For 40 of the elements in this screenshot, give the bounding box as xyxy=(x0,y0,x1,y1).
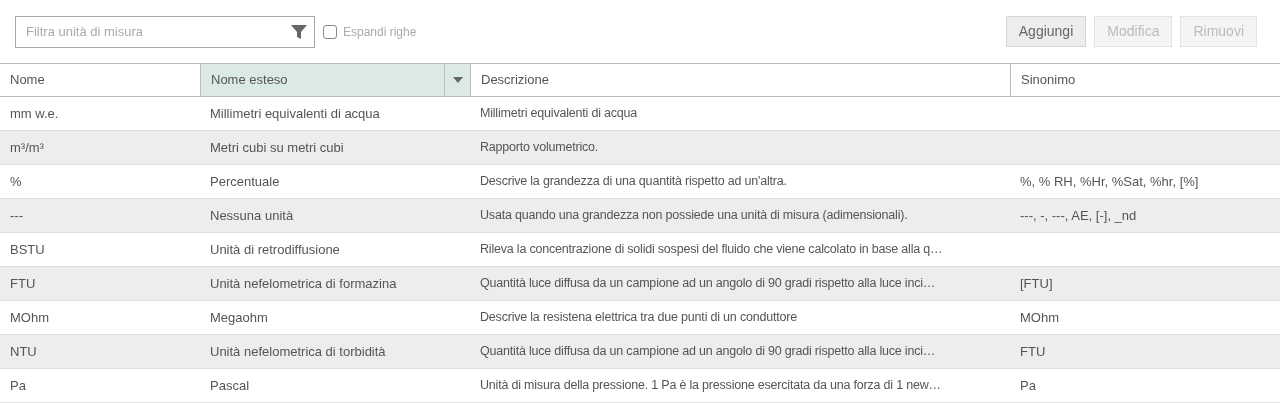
table-cell-text: Rapporto volumetrico. xyxy=(480,139,599,157)
expand-rows-label: Espandi righe xyxy=(343,23,417,41)
table-cell-text: MOhm xyxy=(1020,308,1059,327)
table-cell-text: Unità nefelometrica di torbidità xyxy=(210,342,386,361)
dropdown-caret-icon[interactable] xyxy=(452,77,463,83)
checkbox[interactable] xyxy=(323,24,337,39)
table-cell-text: FTU xyxy=(10,274,36,293)
table-cell-text: Pa xyxy=(1020,376,1036,395)
table-cell-text: Descrive la grandezza di una quantità rispetto ad un'altra. xyxy=(480,173,787,191)
table-cell-text: Usata quando una grandezza non possiede una unità di misura (adimensionali). xyxy=(480,207,908,225)
filter-field[interactable]: Filtra unità di misura xyxy=(15,15,315,48)
table-cell-text: Pa xyxy=(10,376,26,395)
table-cell-text: %, % RH, %Hr, %Sat, %hr, [%] xyxy=(1020,172,1199,191)
column-header[interactable]: Nome esteso xyxy=(200,64,470,96)
table-cell-text: mm w.e. xyxy=(10,104,59,123)
table-cell-text: Unità di retrodiffusione xyxy=(210,240,340,259)
table-cell-text: Metri cubi su metri cubi xyxy=(210,138,344,157)
table-cell-text: --- xyxy=(10,206,23,225)
table-cell-text: Rileva la concentrazione di solidi sospesi del fluido che viene calcolato in base alla q… xyxy=(480,241,943,259)
table-cell-text: % xyxy=(10,172,22,191)
table-cell-text: Quantità luce diffusa da un campione ad un angolo di 90 gradi rispetto alla luce inci… xyxy=(480,275,936,293)
table-cell-text: [FTU] xyxy=(1020,274,1053,293)
table-cell-text: m³/m³ xyxy=(10,138,44,157)
table-cell-text: Unità di misura della pressione. 1 Pa è la pressione esercitata da una forza di 1 new… xyxy=(480,377,941,395)
toolbar-button[interactable]: Aggiungi xyxy=(1005,16,1087,47)
table-cell-text: NTU xyxy=(10,342,37,361)
table-cell-text: BSTU xyxy=(10,240,45,259)
table-cell-text: Pascal xyxy=(210,376,250,395)
table-cell-text: Millimetri equivalenti di acqua xyxy=(480,105,638,123)
table-cell-text: Megaohm xyxy=(210,308,268,327)
filter-icon xyxy=(291,23,307,40)
table-cell-text: Percentuale xyxy=(210,172,280,191)
table-cell-text: ---, -, ---, AE, [-], _nd xyxy=(1020,206,1137,225)
table-cell-text: Nessuna unità xyxy=(210,206,294,225)
table-cell-text: FTU xyxy=(1020,342,1046,361)
table-cell-text: Millimetri equivalenti di acqua xyxy=(210,104,380,123)
table-cell-text: Unità nefelometrica di formazina xyxy=(210,274,397,293)
table-cell-text: Quantità luce diffusa da un campione ad un angolo di 90 gradi rispetto alla luce inci… xyxy=(480,343,936,361)
table-cell-text: Descrive la resistena elettrica tra due punti di un conduttore xyxy=(480,309,797,327)
table-cell-text: MOhm xyxy=(10,308,49,327)
